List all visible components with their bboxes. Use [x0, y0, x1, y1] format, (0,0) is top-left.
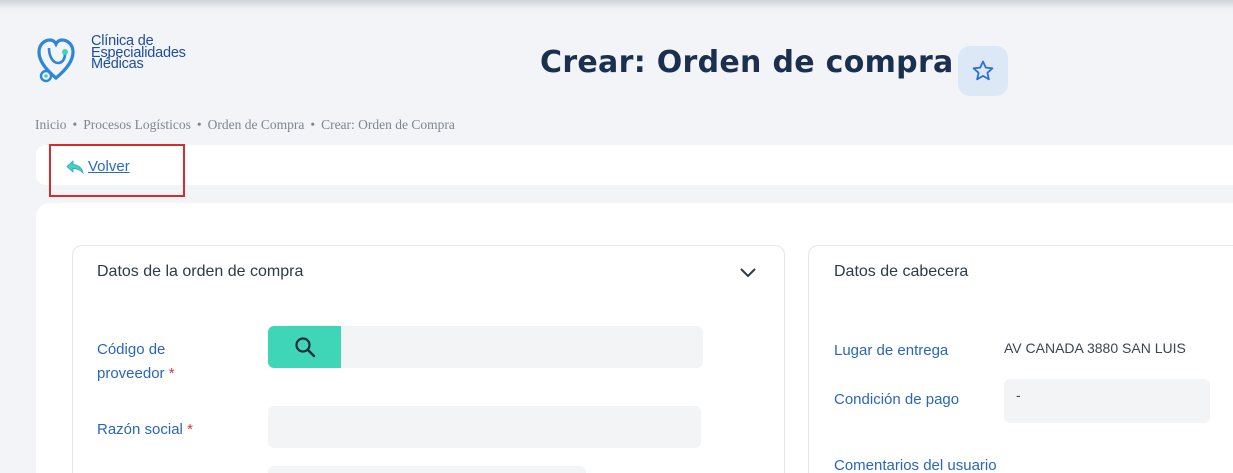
delivery-place-value: AV CANADA 3880 SAN LUIS — [1004, 340, 1186, 356]
breadcrumb-separator: • — [72, 117, 78, 132]
user-comments-label: Comentarios del usuario — [834, 457, 997, 473]
breadcrumb-separator: • — [310, 117, 316, 132]
supplier-code-label: Código de proveedor * — [97, 338, 175, 386]
favorite-button[interactable] — [958, 46, 1008, 96]
top-shadow — [0, 0, 1233, 14]
breadcrumb-current: Crear: Orden de Compra — [321, 117, 455, 132]
business-name-label-text: Razón social — [97, 421, 183, 438]
breadcrumb: Inicio • Procesos Logísticos • Orden de Comp… — [35, 117, 455, 133]
payment-condition-value: - — [1016, 387, 1021, 403]
search-icon — [294, 337, 315, 358]
header-card-title: Datos de cabecera — [834, 263, 969, 280]
supplier-code-label-line2: proveedor * — [97, 362, 175, 386]
chevron-down-icon[interactable] — [738, 266, 758, 280]
breadcrumb-separator: • — [196, 117, 202, 132]
supplier-search-button[interactable] — [268, 326, 341, 368]
supplier-code-label-text: proveedor — [97, 365, 165, 382]
required-mark: * — [187, 421, 193, 438]
delivery-place-label: Lugar de entrega — [834, 342, 949, 359]
business-name-label: Razón social * — [97, 418, 193, 442]
payment-condition-field[interactable]: - — [1004, 379, 1210, 423]
breadcrumb-orden-de-compra[interactable]: Orden de Compra — [208, 117, 305, 132]
back-bar — [36, 145, 1233, 185]
highlight-box — [49, 144, 185, 197]
supplier-code-label-line1: Código de — [97, 341, 166, 358]
next-field-input[interactable] — [268, 466, 586, 473]
logo-line-3: Médicas — [91, 56, 144, 72]
supplier-code-input[interactable] — [341, 326, 703, 368]
page-title: Crear: Orden de compra — [540, 45, 954, 80]
required-mark: * — [168, 365, 175, 382]
business-name-input[interactable] — [268, 406, 701, 448]
clinic-logo-text: Clínica de Especialidades Médicas — [91, 34, 186, 72]
order-card-title: Datos de la orden de compra — [97, 263, 304, 280]
clinic-logo-icon — [37, 38, 75, 83]
breadcrumb-inicio[interactable]: Inicio — [35, 117, 67, 132]
breadcrumb-procesos-logisticos[interactable]: Procesos Logísticos — [83, 117, 191, 132]
payment-condition-label: Condición de pago — [834, 391, 960, 408]
star-icon — [972, 60, 994, 81]
